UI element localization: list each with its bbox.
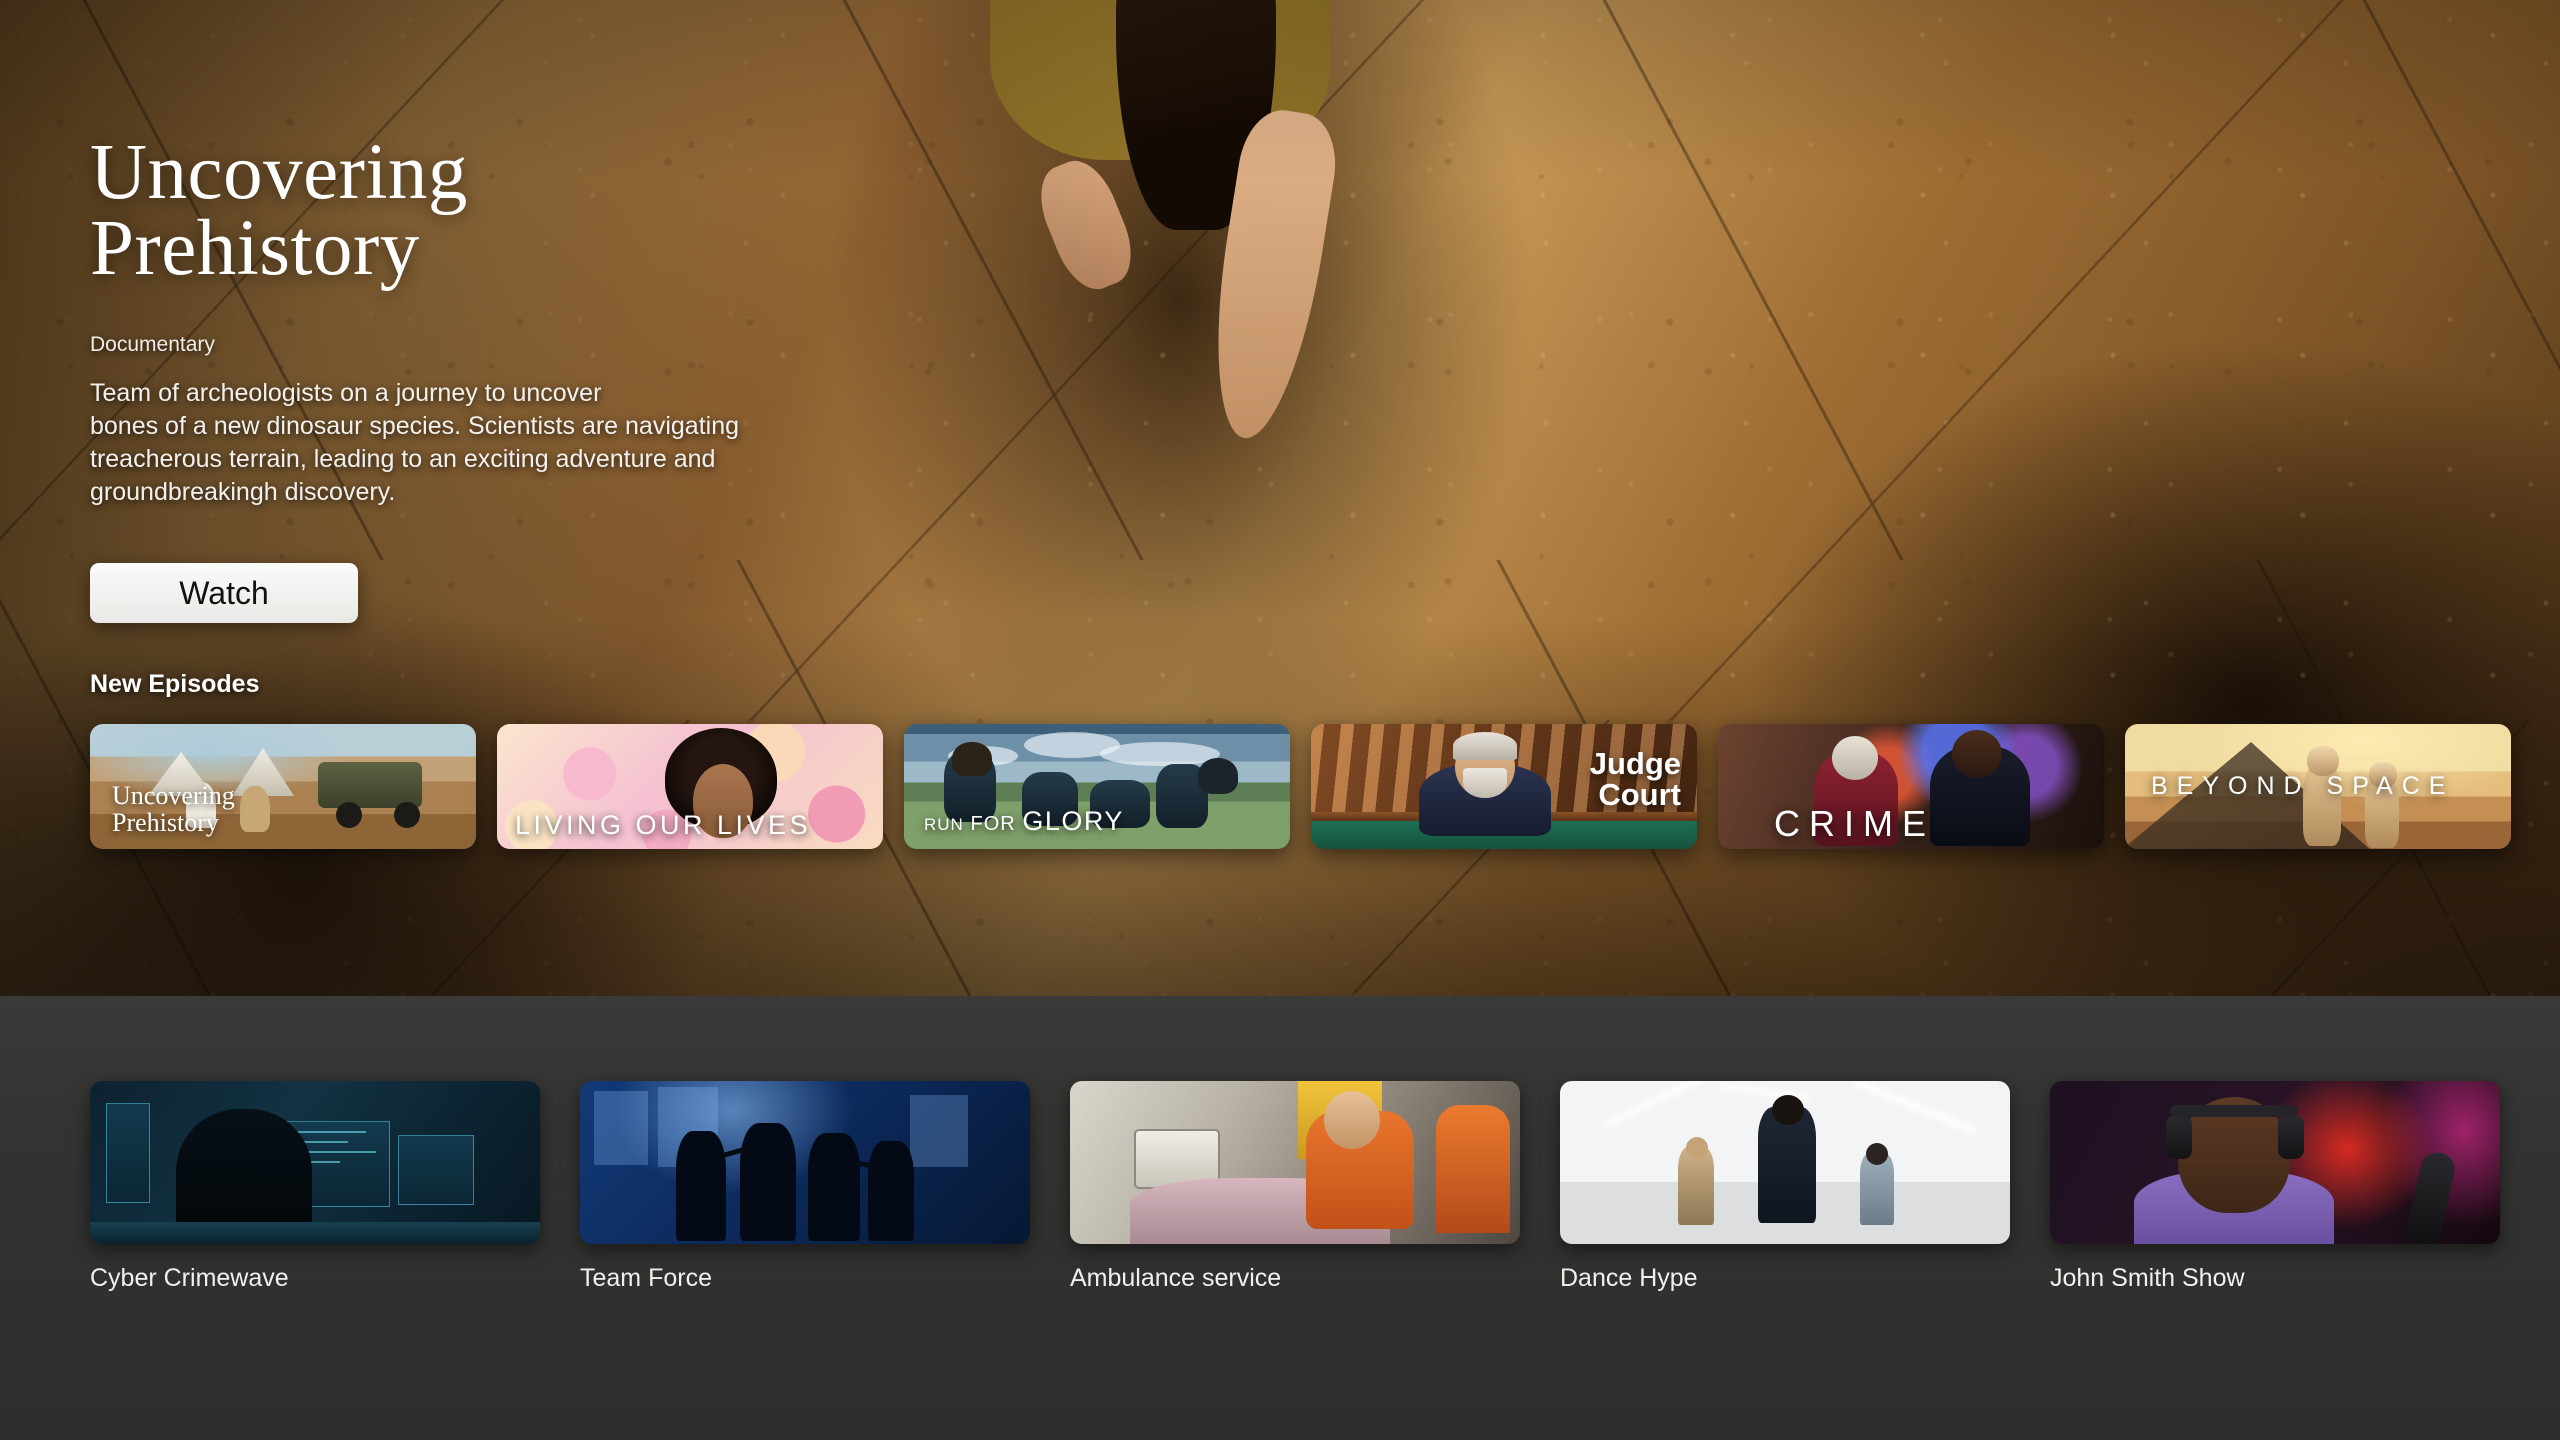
new-episodes-row[interactable]: Uncovering Prehistory LIVING OUR LIVES R…	[90, 724, 2511, 849]
hero-genre-label: Documentary	[90, 332, 215, 356]
continue-row[interactable]: Cyber Crimewave Team Force Ambulance ser…	[90, 1081, 2500, 1293]
card-artwork	[1070, 1081, 1520, 1244]
tv-home-screen: Uncovering Prehistory Documentary Team o…	[0, 0, 2560, 1440]
continue-section: Continue	[0, 996, 2560, 1440]
card-artwork	[580, 1081, 1030, 1244]
continue-card-dance-hype[interactable]: Dance Hype	[1560, 1081, 2010, 1293]
episode-card-run-for-glory[interactable]: RUN FOR GLORY	[904, 724, 1290, 849]
hero-title: Uncovering Prehistory	[90, 129, 930, 292]
continue-thumbnail[interactable]	[90, 1081, 540, 1244]
hero-banner: Uncovering Prehistory Documentary Team o…	[0, 0, 2560, 996]
episode-card-living-our-lives[interactable]: LIVING OUR LIVES	[497, 724, 883, 849]
hero-description: Team of archeologists on a journey to un…	[90, 378, 739, 507]
continue-card-title: Cyber Crimewave	[90, 1264, 289, 1292]
new-episodes-heading: New Episodes	[90, 670, 260, 698]
continue-card-title: Ambulance service	[1070, 1264, 1282, 1292]
card-overlay-title: RUN FOR GLORY	[924, 806, 1124, 837]
card-overlay-title: Uncovering Prehistory	[112, 782, 235, 837]
card-overlay-line-1: Judge	[1589, 746, 1681, 781]
hero-title-line-2: Prehistory	[90, 204, 420, 292]
continue-card-team-force[interactable]: Team Force	[580, 1081, 1030, 1293]
hero-title-line-1: Uncovering	[90, 129, 468, 216]
continue-card-ambulance-service[interactable]: Ambulance service	[1070, 1081, 1520, 1293]
continue-card-title: Dance Hype	[1560, 1264, 1698, 1292]
watch-button[interactable]: Watch	[90, 563, 358, 623]
episode-card-beyond-space[interactable]: BEYOND SPACE	[2125, 724, 2511, 849]
card-overlay-part-2: FOR	[970, 813, 1016, 835]
continue-thumbnail[interactable]	[1070, 1081, 1520, 1244]
card-overlay-title: Judge Court	[1590, 748, 1681, 810]
hero-text-block: Uncovering Prehistory Documentary Team o…	[90, 129, 930, 510]
continue-card-title: John Smith Show	[2050, 1264, 2245, 1292]
card-overlay-title: CRIME	[1774, 803, 1935, 844]
continue-card-title: Team Force	[580, 1264, 712, 1292]
card-overlay-line-2: Court	[1598, 777, 1681, 812]
continue-thumbnail[interactable]	[2050, 1081, 2500, 1244]
card-artwork	[1560, 1081, 2010, 1244]
card-overlay-title: BEYOND SPACE	[2151, 772, 2455, 800]
episode-card-uncovering-prehistory[interactable]: Uncovering Prehistory	[90, 724, 476, 849]
continue-thumbnail[interactable]	[580, 1081, 1030, 1244]
continue-card-cyber-crimewave[interactable]: Cyber Crimewave	[90, 1081, 540, 1293]
continue-thumbnail[interactable]	[1560, 1081, 2010, 1244]
card-overlay-line-1: Uncovering	[112, 780, 235, 810]
card-overlay-line-2: Prehistory	[112, 808, 219, 838]
card-artwork	[2050, 1081, 2500, 1244]
continue-card-john-smith-show[interactable]: John Smith Show	[2050, 1081, 2500, 1293]
card-artwork	[90, 1081, 540, 1244]
card-overlay-title: LIVING OUR LIVES	[515, 810, 812, 840]
episode-card-judge-court[interactable]: Judge Court	[1311, 724, 1697, 849]
card-overlay-part-3: GLORY	[1022, 806, 1124, 836]
card-overlay-part-1: RUN	[924, 815, 964, 834]
episode-card-crime[interactable]: CRIME	[1718, 724, 2104, 849]
